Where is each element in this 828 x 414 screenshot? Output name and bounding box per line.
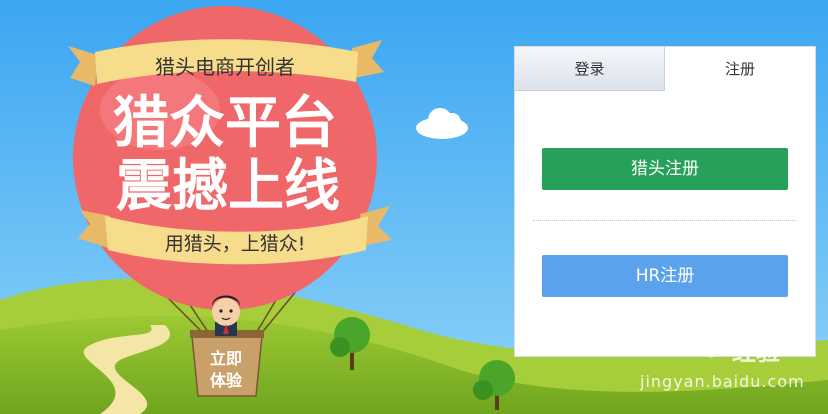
baidu-watermark: Bai ❁ 经验 jingyan.baidu.com <box>640 328 820 408</box>
ribbon-top-text: 猎头电商开创者 <box>155 55 295 79</box>
basket-text-1[interactable]: 立即 <box>210 349 242 368</box>
hr-register-button[interactable]: HR注册 <box>542 255 788 297</box>
watermark-url: jingyan.baidu.com <box>640 372 805 391</box>
watermark-brand-suffix: 经验 <box>732 338 780 366</box>
basket-text-2[interactable]: 体验 <box>210 371 243 390</box>
headline-line-1: 猎众平台 <box>113 91 337 156</box>
divider <box>533 220 797 221</box>
paw-icon: ❁ <box>700 334 722 364</box>
ribbon-bottom-text: 用猎头，上猎众! <box>165 233 306 255</box>
hunter-register-button[interactable]: 猎头注册 <box>542 148 788 190</box>
tab-login[interactable]: 登录 <box>515 47 665 91</box>
register-panel: 登录 注册 猎头注册 HR注册 <box>514 46 816 357</box>
headline-line-2: 震撼上线 <box>116 154 340 219</box>
tab-bar: 登录 注册 <box>515 47 815 91</box>
watermark-brand: Bai <box>640 328 694 363</box>
tab-register[interactable]: 注册 <box>665 47 815 91</box>
